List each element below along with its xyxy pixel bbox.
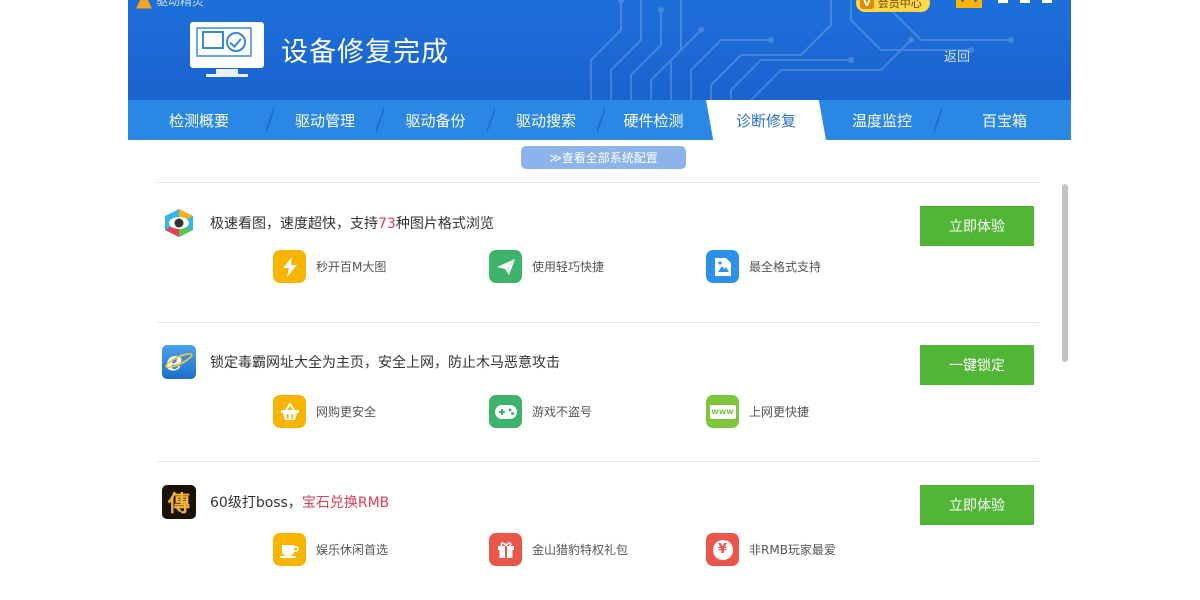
tab-overview[interactable]: 检测概要	[128, 100, 274, 140]
tab-label: 驱动搜索	[515, 111, 576, 130]
tab-label: 硬件检测	[623, 111, 684, 130]
gamepad-icon	[489, 395, 522, 428]
menu-icon[interactable]	[998, 0, 1008, 3]
app-name: 驱动精灵	[156, 0, 205, 8]
image-file-icon	[706, 250, 739, 283]
feature-label: 非RMB玩家最爱	[749, 543, 836, 557]
basket-icon	[273, 395, 306, 428]
promo-title-highlight: 73	[378, 216, 396, 232]
minimize-icon[interactable]	[1020, 0, 1030, 3]
feature-item: 秒开百M大图	[273, 250, 386, 283]
try-now-button[interactable]: 立即体验	[920, 206, 1034, 246]
ie-browser-icon: e	[162, 345, 196, 379]
promo-title-text: 极速看图，速度超快，支持	[210, 216, 378, 232]
feature-item: 游戏不盗号	[489, 395, 592, 428]
promo-title: 极速看图，速度超快，支持73种图片格式浏览	[210, 213, 494, 233]
coffee-cup-icon	[273, 533, 306, 566]
header-banner: 驱动精灵 V 会员中心 设备修复完成 返回	[128, 0, 1071, 100]
close-icon[interactable]	[1042, 0, 1052, 3]
back-link[interactable]: 返回	[944, 46, 970, 65]
tab-driver-manage[interactable]: 驱动管理	[270, 100, 384, 140]
try-now-button[interactable]: 立即体验	[920, 485, 1034, 525]
feature-item: ¥ 非RMB玩家最爱	[706, 533, 836, 566]
feature-label: 网购更安全	[316, 405, 377, 419]
feature-item: www 上网更快捷	[706, 395, 809, 428]
view-all-config-button[interactable]: ≫查看全部系统配置	[521, 146, 686, 169]
circuit-pattern	[590, 0, 1014, 100]
legend-game-icon: 傳	[162, 485, 196, 519]
feature-label: 上网更快捷	[749, 405, 810, 419]
vip-center-button[interactable]: V 会员中心	[856, 0, 930, 12]
yuan-icon: ¥	[706, 533, 739, 566]
feature-label: 游戏不盗号	[532, 405, 593, 419]
promo-item: 极速看图，速度超快，支持73种图片格式浏览 立即体验 秒开百M大图 使用轻巧快捷…	[162, 206, 1042, 336]
www-icon: www	[706, 395, 739, 428]
divider	[157, 182, 1039, 183]
tab-toolbox[interactable]: 百宝箱	[938, 100, 1071, 140]
tab-label: 诊断修复	[735, 111, 796, 130]
promo-item: e 锁定毒霸网址大全为主页，安全上网，防止木马恶意攻击 一键锁定 网购更安全 游…	[162, 345, 1042, 475]
tab-label: 检测概要	[168, 111, 229, 130]
lock-homepage-button[interactable]: 一键锁定	[920, 345, 1034, 385]
promo-title-text: 60级打boss，	[210, 495, 302, 511]
tab-diagnose-repair[interactable]: 诊断修复	[706, 100, 826, 140]
feature-item: 娱乐休闲首选	[273, 533, 388, 566]
repaired-monitor-icon	[190, 22, 264, 78]
gift-icon	[489, 533, 522, 566]
feature-label: 娱乐休闲首选	[316, 543, 389, 557]
feature-item: 网购更安全	[273, 395, 376, 428]
feature-label: 秒开百M大图	[316, 260, 387, 274]
tab-label: 百宝箱	[981, 111, 1027, 130]
feature-label: 金山猎豹特权礼包	[532, 543, 629, 557]
tab-label: 温度监控	[851, 111, 912, 130]
app-window: 驱动精灵 V 会员中心 设备修复完成 返回 检测概要 驱动管理 驱动备份 驱动搜…	[128, 0, 1071, 600]
lightning-icon	[273, 250, 306, 283]
tab-label: 驱动备份	[405, 111, 466, 130]
promo-item: 傳 60级打boss，宝石兑换RMB 立即体验 娱乐休闲首选 金山猎豹特权礼包 …	[162, 485, 1042, 600]
vip-center-label: 会员中心	[877, 0, 922, 10]
promo-title-highlight: 宝石兑换RMB	[301, 495, 390, 511]
vip-tag: V	[860, 0, 874, 9]
paper-plane-icon	[489, 250, 522, 283]
page-title: 设备修复完成	[281, 37, 449, 68]
feature-label: 最全格式支持	[749, 260, 822, 274]
logo-icon	[136, 0, 152, 9]
feature-item: 金山猎豹特权礼包	[489, 533, 628, 566]
tab-driver-search[interactable]: 驱动搜索	[491, 100, 605, 140]
main-tabs: 检测概要 驱动管理 驱动备份 驱动搜索 硬件检测 诊断修复 温度监控 百宝箱	[128, 100, 1071, 140]
tab-driver-backup[interactable]: 驱动备份	[380, 100, 495, 140]
eye-viewer-icon	[162, 206, 196, 240]
crown-icon[interactable]	[956, 0, 982, 8]
app-logo: 驱动精灵	[136, 0, 204, 9]
tab-temperature[interactable]: 温度监控	[826, 100, 942, 140]
tab-label: 驱动管理	[294, 111, 355, 130]
promo-title: 锁定毒霸网址大全为主页，安全上网，防止木马恶意攻击	[210, 352, 560, 372]
feature-label: 使用轻巧快捷	[532, 260, 605, 274]
feature-item: 最全格式支持	[706, 250, 821, 283]
scrollbar[interactable]	[1062, 184, 1068, 362]
promo-title: 60级打boss，宝石兑换RMB	[210, 492, 389, 512]
feature-item: 使用轻巧快捷	[489, 250, 604, 283]
promo-title-text: 锁定毒霸网址大全为主页，安全上网，防止木马恶意攻击	[210, 355, 560, 371]
tab-hardware-check[interactable]: 硬件检测	[601, 100, 706, 140]
promo-title-text: 种图片格式浏览	[395, 216, 494, 232]
